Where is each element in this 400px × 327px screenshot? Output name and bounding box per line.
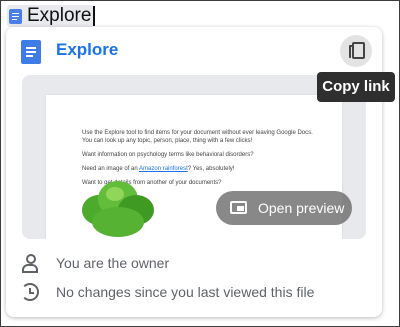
text-cursor: [93, 6, 95, 26]
changes-row: No changes since you last viewed this fi…: [20, 282, 314, 302]
history-icon: [20, 282, 40, 302]
link-preview-card: Explore Use the Explore tool to find ite…: [6, 27, 382, 317]
docs-icon: [9, 8, 22, 24]
person-icon: [20, 253, 40, 273]
document-thumbnail[interactable]: Use the Explore tool to find items for y…: [22, 75, 366, 239]
open-preview-label: Open preview: [258, 200, 345, 216]
preview-text-line: Use the Explore tool to find items for y…: [82, 130, 313, 136]
preview-text-line: Want information on psychology terms lik…: [82, 152, 254, 158]
copy-link-tooltip: Copy link: [317, 72, 395, 102]
copy-link-button[interactable]: [340, 35, 372, 67]
owner-row: You are the owner: [20, 253, 169, 273]
smart-chip-label: Explore: [27, 5, 92, 26]
explore-smart-chip[interactable]: Explore: [7, 5, 95, 27]
docs-icon: [21, 40, 41, 64]
open-preview-icon: [230, 201, 247, 214]
owner-text: You are the owner: [56, 255, 170, 271]
rainforest-tree-image: [78, 179, 158, 239]
preview-text-line: Need an image of an Amazon rainforest? Y…: [82, 166, 235, 172]
preview-text-line: You can look up any topic, person, place…: [82, 138, 253, 144]
card-title[interactable]: Explore: [56, 40, 118, 60]
changes-text: No changes since you last viewed this fi…: [56, 284, 315, 300]
open-preview-button[interactable]: Open preview: [216, 191, 352, 225]
preview-link: Amazon rainforest: [139, 166, 188, 172]
